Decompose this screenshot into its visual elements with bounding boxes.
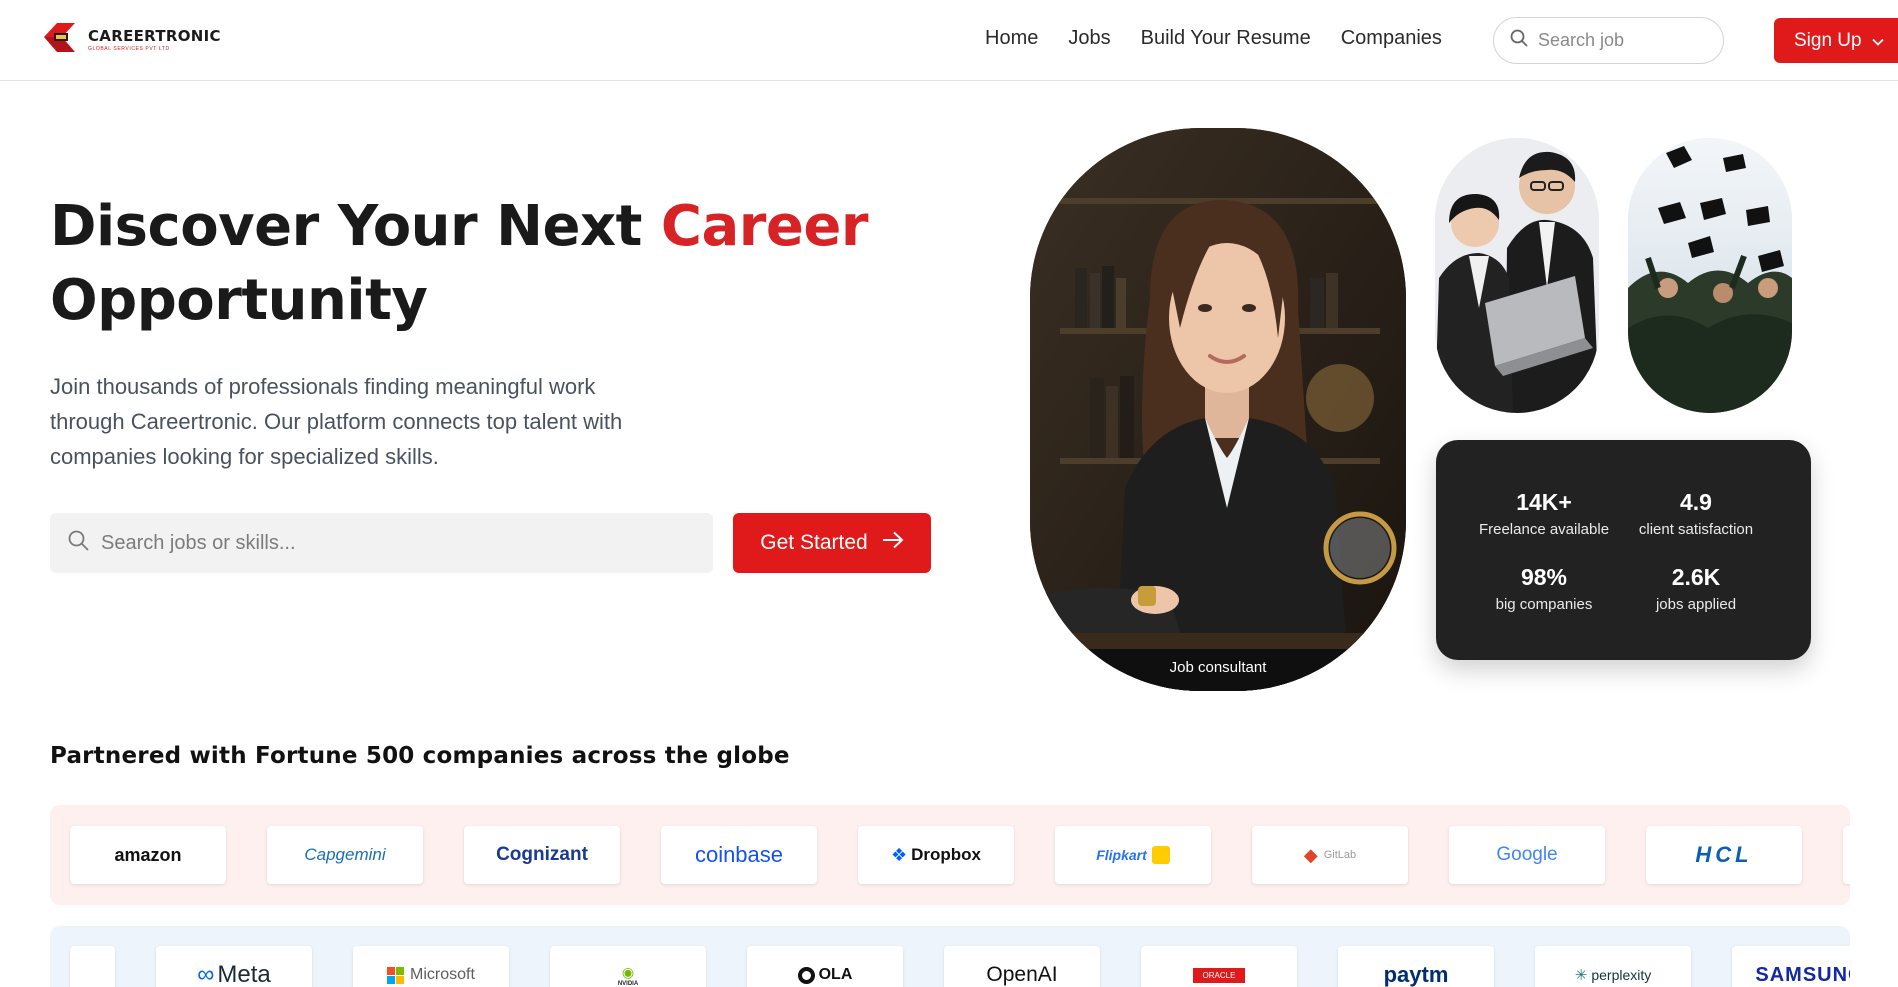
flipkart-icon xyxy=(1151,846,1170,864)
ola-icon xyxy=(797,966,815,984)
search-icon xyxy=(1510,29,1528,52)
stat-jobs-applied: 2.6K jobs applied xyxy=(1616,564,1776,613)
partner-logo-dropbox[interactable]: ❖ Dropbox xyxy=(858,826,1014,884)
signup-button[interactable]: Sign Up xyxy=(1774,18,1898,63)
photo-caption: Job consultant xyxy=(1030,649,1406,691)
partner-logo-capgemini[interactable]: Capgemini xyxy=(267,826,423,884)
nav-link-jobs[interactable]: Jobs xyxy=(1068,27,1110,50)
partner-logo-coinbase[interactable]: coinbase xyxy=(661,826,817,884)
partner-logo-openai[interactable]: OpenAI xyxy=(944,946,1100,987)
nav-link-home[interactable]: Home xyxy=(985,27,1038,50)
partner-logo-oracle[interactable]: ORACLE xyxy=(1141,946,1297,987)
signup-label: Sign Up xyxy=(1794,29,1862,51)
consultant-illustration xyxy=(1030,128,1406,691)
arrow-right-icon xyxy=(882,531,904,555)
brand-tagline: GLOBAL SERVICES PVT LTD xyxy=(88,45,170,52)
dropbox-icon: ❖ xyxy=(890,844,908,865)
search-icon xyxy=(68,530,89,556)
partner-logo-ola[interactable]: OLA xyxy=(747,946,903,987)
partner-logo-paytm[interactable]: paytm xyxy=(1338,946,1494,987)
partner-logo-cognizant[interactable]: Cognizant xyxy=(464,826,620,884)
stats-card: 14K+ Freelance available 4.9 client sati… xyxy=(1436,440,1811,660)
stat-value: 14K+ xyxy=(1516,489,1572,515)
partner-logo-gitlab[interactable]: ◆ GitLab xyxy=(1252,826,1408,884)
stat-value: 4.9 xyxy=(1680,489,1712,515)
stat-value: 2.6K xyxy=(1671,564,1721,590)
nav-search-input[interactable] xyxy=(1538,30,1708,51)
get-started-button[interactable]: Get Started xyxy=(733,513,931,573)
hero-title-part2: Opportunity xyxy=(50,268,428,333)
hero-title-accent: Career xyxy=(660,194,869,259)
stat-freelance: 14K+ Freelance available xyxy=(1464,489,1624,538)
hero-search-input[interactable] xyxy=(101,531,681,555)
partner-logo-google[interactable]: Google xyxy=(1449,826,1605,884)
stat-label: big companies xyxy=(1495,596,1593,613)
job-consultant-photo: Job consultant xyxy=(1030,128,1406,691)
partners-title: Partnered with Fortune 500 companies acr… xyxy=(50,743,790,769)
gitlab-icon: ◆ xyxy=(1303,844,1318,865)
brand-logo[interactable]: CAREERTRONIC GLOBAL SERVICES PVT LTD xyxy=(40,18,221,62)
stat-label: client satisfaction xyxy=(1638,521,1754,538)
business-team-photo xyxy=(1435,138,1599,413)
partner-logo-amazon[interactable]: amazon xyxy=(70,826,226,884)
nvidia-icon: ◉ NVIDIA xyxy=(617,963,639,987)
nav-search-box xyxy=(1493,17,1724,64)
partner-logo-samsung[interactable]: SAMSUNG xyxy=(1732,946,1850,987)
stat-label: jobs applied xyxy=(1655,596,1737,613)
stat-value: 98% xyxy=(1520,564,1568,590)
hero-description: Join thousands of professionals finding … xyxy=(50,374,623,469)
partner-logo-meta[interactable]: ∞ Meta xyxy=(156,946,312,987)
microsoft-icon xyxy=(387,966,405,984)
hero-title-part1: Discover Your Next xyxy=(50,194,661,259)
hero-title: Discover Your Next Career Opportunity xyxy=(50,190,870,338)
nav-link-companies[interactable]: Companies xyxy=(1341,27,1442,50)
perplexity-icon: ✳ xyxy=(1574,967,1588,984)
hero-search-box xyxy=(50,513,713,573)
partner-logo-partial[interactable] xyxy=(70,946,115,987)
partner-logo-hcl[interactable]: HCL xyxy=(1646,826,1802,884)
graduation-photo xyxy=(1628,138,1792,413)
top-navbar: CAREERTRONIC GLOBAL SERVICES PVT LTD Hom… xyxy=(0,0,1898,81)
partner-logos-row-2: ∞ Meta Microsoft ◉ NVIDIA OLA OpenAI ORA… xyxy=(50,926,1850,987)
chevron-down-icon xyxy=(1871,30,1884,52)
partner-logo-nvidia[interactable]: ◉ NVIDIA xyxy=(550,946,706,987)
meta-icon: ∞ xyxy=(197,961,215,987)
main-nav: Home Jobs Build Your Resume Companies xyxy=(985,27,1442,50)
partner-logo-flipkart[interactable]: Flipkart xyxy=(1055,826,1211,884)
partner-logo-perplexity[interactable]: ✳ perplexity xyxy=(1535,946,1691,987)
get-started-label: Get Started xyxy=(760,531,868,554)
brand-logo-icon xyxy=(40,19,84,61)
stat-label: Freelance available xyxy=(1478,521,1610,538)
partner-logo-partial[interactable] xyxy=(1843,826,1850,884)
partner-logo-microsoft[interactable]: Microsoft xyxy=(353,946,509,987)
nav-link-build-resume[interactable]: Build Your Resume xyxy=(1141,27,1311,50)
partner-logos-row-1: amazon Capgemini Cognizant coinbase ❖ Dr… xyxy=(50,805,1850,905)
brand-name: CAREERTRONIC xyxy=(88,26,221,45)
stat-companies: 98% big companies xyxy=(1464,564,1624,613)
stat-satisfaction: 4.9 client satisfaction xyxy=(1616,489,1776,538)
